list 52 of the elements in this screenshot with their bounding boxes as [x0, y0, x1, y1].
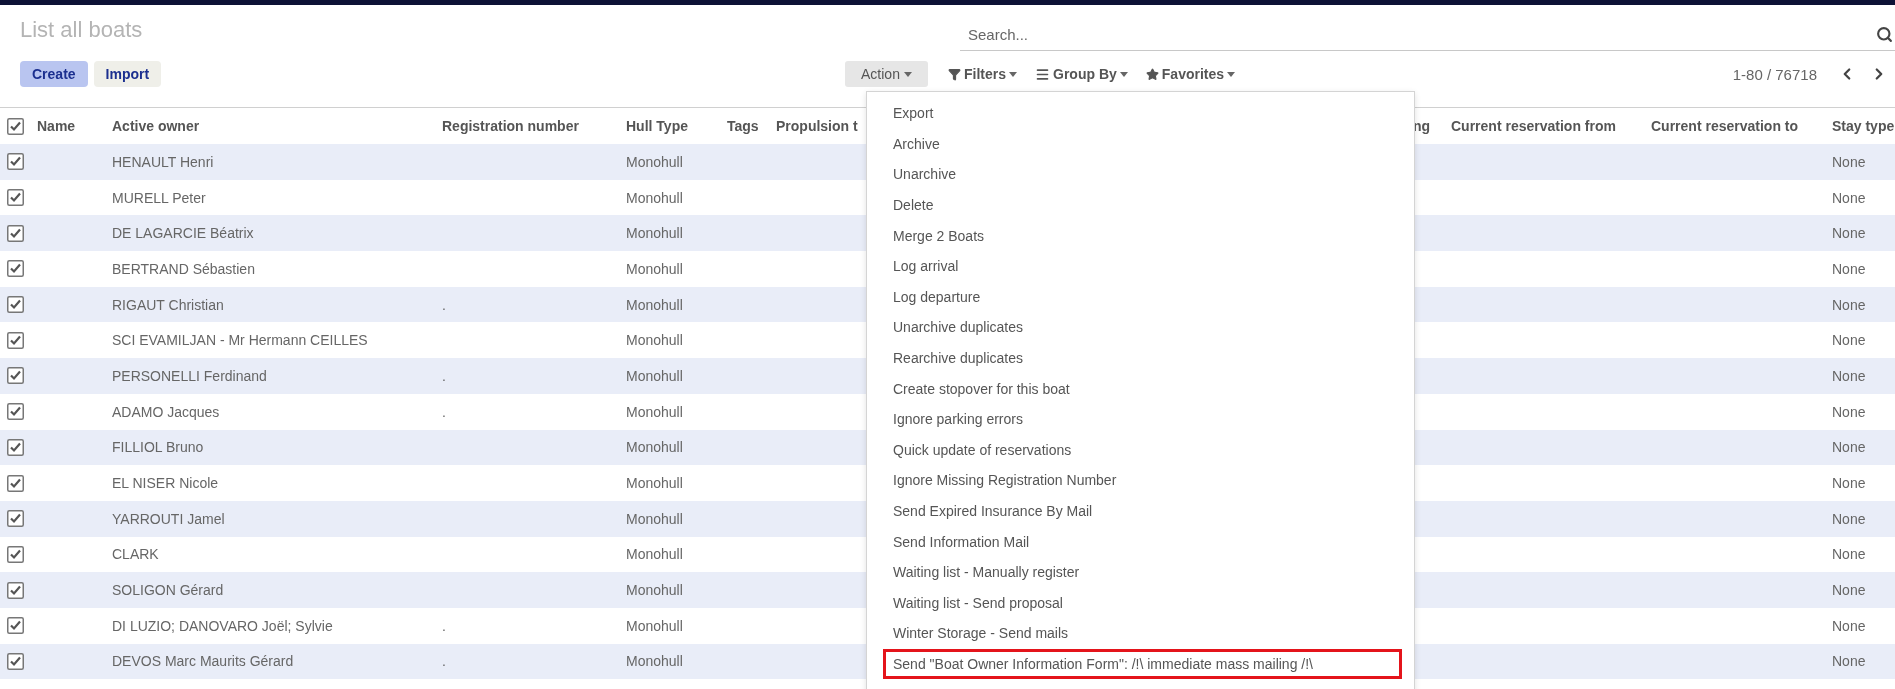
table-cell-text: Monohull [625, 617, 684, 634]
table-cell-text: Monohull [625, 403, 684, 420]
table-cell-text: None [1831, 260, 1867, 277]
table-cell-text: . [441, 367, 447, 384]
table-cell-text: Monohull [625, 153, 684, 170]
table-cell-text: DEVOS Marc Maurits Gérard [111, 653, 295, 670]
table-cell-text: Monohull [625, 332, 684, 349]
table-cell-text: Monohull [625, 510, 684, 527]
table-cell-text: EL NISER Nicole [111, 475, 220, 492]
table-cell-text: Monohull [625, 475, 684, 492]
table-cell-text: None [1831, 653, 1867, 670]
table-cell-text: Monohull [625, 582, 684, 599]
table-cell-text: None [1831, 510, 1867, 527]
table-cell-text: Monohull [625, 439, 684, 456]
table-cell-text: . [441, 403, 447, 420]
table-cell-text: None [1831, 546, 1867, 563]
table-cell-text: HENAULT Henri [111, 153, 215, 170]
table-cell-text: BERTRAND Sébastien [111, 260, 256, 277]
table-cell-text: Monohull [625, 546, 684, 563]
table-cell-text: Monohull [625, 189, 684, 206]
pager-range: 1-80 / 76718 [1732, 65, 1817, 83]
table-cell-text: None [1831, 617, 1867, 634]
table-cell-text: ADAMO Jacques [111, 403, 221, 420]
table-cell-text: None [1831, 367, 1867, 384]
table-cell-text: SCI EVAMILJAN - Mr Hermann CEILLES [111, 332, 369, 349]
table-cell-text: . [441, 617, 447, 634]
table-cell-text: YARROUTI Jamel [111, 510, 226, 527]
table-cell-text: Monohull [625, 653, 684, 670]
table-cell-text: . [441, 296, 447, 313]
table-cell-text: None [1831, 475, 1867, 492]
table-cell-text: CLARK [111, 546, 160, 563]
table-cell-text: None [1831, 296, 1867, 313]
table-cell-text: None [1831, 582, 1867, 599]
table-cell-text: SOLIGON Gérard [111, 582, 225, 599]
table-cell-text: DI LUZIO; DANOVARO Joël; Sylvie [111, 617, 334, 634]
table-cell-text: None [1831, 439, 1867, 456]
table-cell-text: None [1831, 189, 1867, 206]
table-cell-text: Monohull [625, 296, 684, 313]
table-cell-text: None [1831, 225, 1867, 242]
table-cell-text: FILLIOL Bruno [111, 439, 205, 456]
table-cell-text: PERSONELLI Ferdinand [111, 367, 268, 384]
table-cell-text: None [1831, 153, 1867, 170]
table-cell-text: Monohull [625, 367, 684, 384]
page-title: List all boats [19, 17, 143, 43]
table-cell-text: Monohull [625, 225, 684, 242]
table-cell-text: MURELL Peter [111, 189, 207, 206]
table-cell-text: DE LAGARCIE Béatrix [111, 225, 255, 242]
table-cell-text: . [441, 653, 447, 670]
table-cell-text: Monohull [625, 260, 684, 277]
table-cell-text: RIGAUT Christian [111, 296, 225, 313]
table-cell-text: None [1831, 332, 1867, 349]
table-cell-text: None [1831, 403, 1867, 420]
